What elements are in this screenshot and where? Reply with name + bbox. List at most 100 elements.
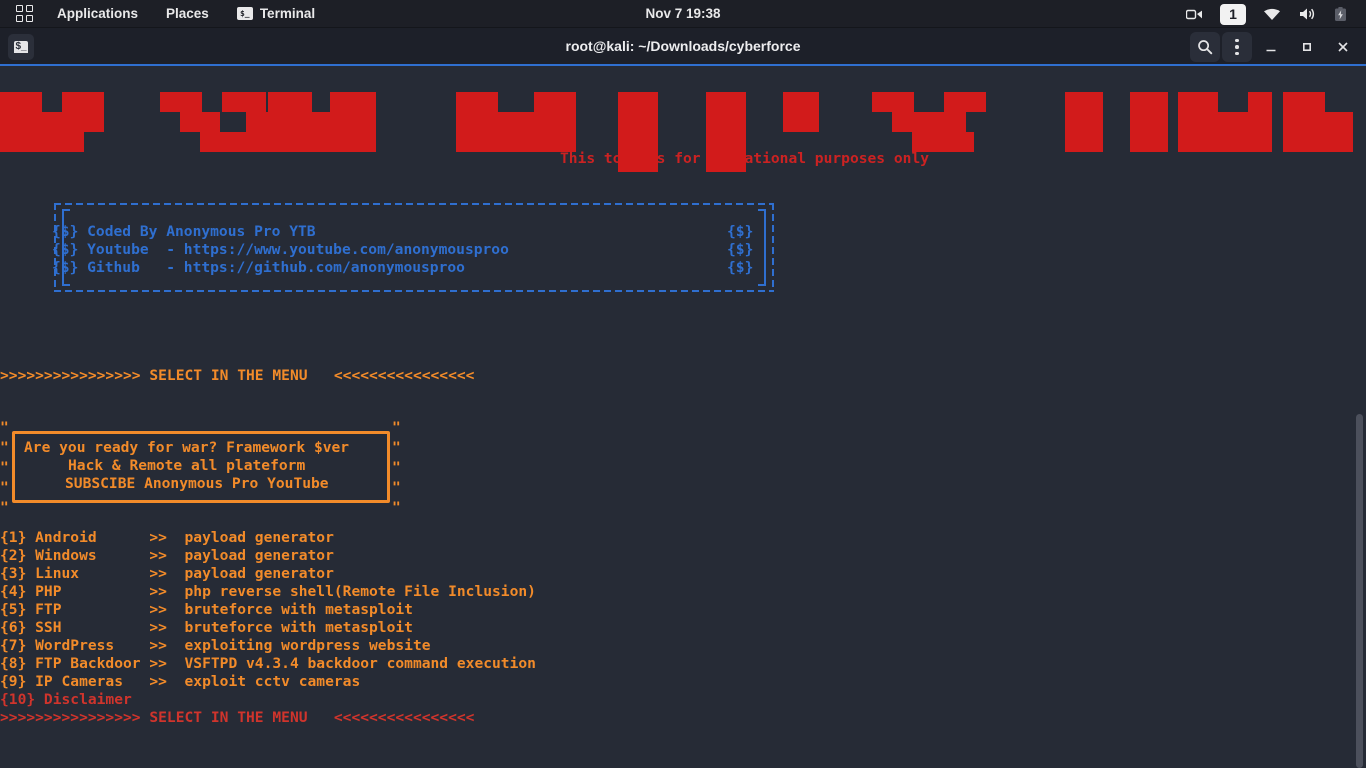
gnome-top-bar: Applications Places $_ Terminal Nov 7 19… xyxy=(0,0,1366,28)
places-label: Places xyxy=(166,6,209,21)
window-title: root@kali: ~/Downloads/cyberforce xyxy=(565,38,801,54)
terminal-output: █▄▄▄▄█ █▄▄▄█▄█ █▄▄█▄▄█ █▄▄▄▄█ █ █ █ █ █▄… xyxy=(0,66,1366,768)
menu-item-5[interactable]: {5} FTP >> bruteforce with metasploit xyxy=(0,601,413,619)
select-menu-banner-bottom: >>>>>>>>>>>>>>>> SELECT IN THE MENU <<<<… xyxy=(0,709,475,726)
ascii-banner-block xyxy=(160,92,202,112)
ascii-banner-block xyxy=(330,92,376,112)
ascii-banner-block xyxy=(706,152,746,172)
ascii-banner-block xyxy=(1178,92,1218,112)
ascii-banner-block xyxy=(1065,92,1103,112)
grid-icon xyxy=(16,5,33,22)
ascii-banner-block xyxy=(783,92,819,112)
ascii-banner-block xyxy=(180,112,200,132)
kebab-menu-icon[interactable] xyxy=(1222,32,1252,62)
credits-box-border xyxy=(54,203,774,205)
scrollbar-thumb[interactable] xyxy=(1356,414,1363,768)
menu-item-9[interactable]: {9} IP Cameras >> exploit cctv cameras xyxy=(0,673,360,691)
terminal-label: Terminal xyxy=(259,6,316,21)
menu-item-1[interactable]: {1} Android >> payload generator xyxy=(0,529,334,547)
credits-line-3-text: {$} Github - https://github.com/anonymou… xyxy=(52,259,465,276)
ascii-banner-block xyxy=(706,132,746,152)
applications-menu[interactable]: Applications xyxy=(43,0,152,28)
screencast-icon[interactable] xyxy=(1177,0,1212,28)
terminal-window-button[interactable]: $_ Terminal xyxy=(223,0,329,28)
wifi-icon[interactable] xyxy=(1254,0,1290,28)
activities-grid-button[interactable] xyxy=(0,0,43,28)
menu-item-6[interactable]: {6} SSH >> bruteforce with metasploit xyxy=(0,619,413,637)
credits-line-2: {$} Youtube - https://www.youtube.com/an… xyxy=(52,241,509,259)
places-menu[interactable]: Places xyxy=(152,0,223,28)
credits-line-1-text: {$} Coded By Anonymous Pro YTB xyxy=(52,223,316,240)
ascii-banner-block xyxy=(246,112,266,132)
menu-item-10-disclaimer[interactable]: {10} Disclaimer xyxy=(0,691,132,709)
menu-item-4[interactable]: {4} PHP >> php reverse shell(Remote File… xyxy=(0,583,536,601)
desktop: $_ root@kali: ~/Downloads/cyberforce Thi… xyxy=(0,28,1366,768)
credits-line-1: {$} Coded By Anonymous Pro YTB xyxy=(52,223,316,241)
ascii-banner-block xyxy=(1283,92,1325,112)
credits-line-3: {$} Github - https://github.com/anonymou… xyxy=(52,259,465,277)
close-icon[interactable] xyxy=(1326,32,1360,62)
menu-item-8[interactable]: {8} FTP Backdoor >> VSFTPD v4.3.4 backdo… xyxy=(0,655,536,673)
promo-line-1: Are you ready for war? Framework $ver xyxy=(24,439,350,456)
workspace-indicator[interactable]: 1 xyxy=(1220,3,1246,25)
credits-box-inner-border xyxy=(758,284,766,286)
terminal-window-icon[interactable]: $_ xyxy=(8,34,34,60)
ascii-banner-block xyxy=(200,112,220,132)
credits-box-border xyxy=(772,203,774,292)
ascii-banner-block xyxy=(246,132,376,152)
applications-label: Applications xyxy=(57,6,139,21)
credits-box-border xyxy=(54,203,56,292)
credits-line-2-end: {$} xyxy=(727,241,754,258)
promo-box-quote-mark: " xyxy=(392,499,401,516)
terminal-body[interactable]: █▄▄▄▄█ █▄▄▄█▄█ █▄▄█▄▄█ █▄▄▄▄█ █ █ █ █ █▄… xyxy=(0,66,1366,768)
terminal-scrollbar[interactable] xyxy=(1353,66,1366,768)
ascii-banner-block xyxy=(872,92,914,112)
promo-box-quote-mark: " xyxy=(0,439,9,456)
ascii-banner-block xyxy=(706,112,746,132)
promo-box-quote-mark: " xyxy=(392,459,401,476)
credits-box-inner-border xyxy=(758,209,766,211)
promo-line-3: SUBSCIBE Anonymous Pro YouTube xyxy=(65,475,329,492)
promo-box-quote-mark: " xyxy=(392,479,401,496)
ascii-banner-block xyxy=(62,92,104,112)
search-icon[interactable] xyxy=(1190,32,1220,62)
promo-line-2: Hack & Remote all plateform xyxy=(68,457,306,474)
ascii-banner-block xyxy=(1130,112,1168,132)
menu-item-3[interactable]: {3} Linux >> payload generator xyxy=(0,565,334,583)
ascii-banner-block xyxy=(84,112,104,132)
promo-box-quote-mark: " xyxy=(0,479,9,496)
ascii-banner-block xyxy=(0,132,84,152)
menu-item-2[interactable]: {2} Windows >> payload generator xyxy=(0,547,334,565)
ascii-banner-block xyxy=(456,132,576,152)
menu-item-7[interactable]: {7} WordPress >> exploiting wordpress we… xyxy=(0,637,431,655)
volume-icon[interactable] xyxy=(1290,0,1325,28)
terminal-window: $_ root@kali: ~/Downloads/cyberforce Thi… xyxy=(0,28,1366,768)
select-menu-banner-top: >>>>>>>>>>>>>>>> SELECT IN THE MENU <<<<… xyxy=(0,367,475,384)
credits-box-inner-border xyxy=(62,209,64,286)
maximize-icon[interactable] xyxy=(1290,32,1324,62)
titlebar-left: $_ xyxy=(8,28,34,66)
battery-icon[interactable] xyxy=(1325,0,1356,28)
credits-line-2-text: {$} Youtube - https://www.youtube.com/an… xyxy=(52,241,509,258)
ascii-banner-block xyxy=(1130,132,1168,152)
ascii-banner-block xyxy=(618,152,658,172)
window-titlebar: $_ root@kali: ~/Downloads/cyberforce xyxy=(0,28,1366,66)
credits-box-inner-border xyxy=(62,284,70,286)
promo-box-quote-mark: " xyxy=(392,419,401,436)
ascii-banner-block xyxy=(618,92,658,112)
ascii-banner-block xyxy=(0,92,42,112)
minimize-icon[interactable] xyxy=(1254,32,1288,62)
terminal-icon: $_ xyxy=(236,7,253,20)
credits-box-border xyxy=(54,290,774,292)
promo-box-quote-mark: " xyxy=(0,459,9,476)
titlebar-controls xyxy=(1190,28,1360,66)
promo-box-quote-mark: " xyxy=(0,499,9,516)
ascii-banner-block xyxy=(1065,132,1103,152)
ascii-banner-block xyxy=(783,112,819,132)
ascii-banner-block xyxy=(534,92,576,112)
credits-line-3-end: {$} xyxy=(727,259,754,276)
system-tray: 1 xyxy=(1177,0,1366,28)
ascii-banner-block xyxy=(618,112,658,132)
ascii-banner-block xyxy=(912,132,974,152)
ascii-banner-block xyxy=(1130,92,1168,112)
